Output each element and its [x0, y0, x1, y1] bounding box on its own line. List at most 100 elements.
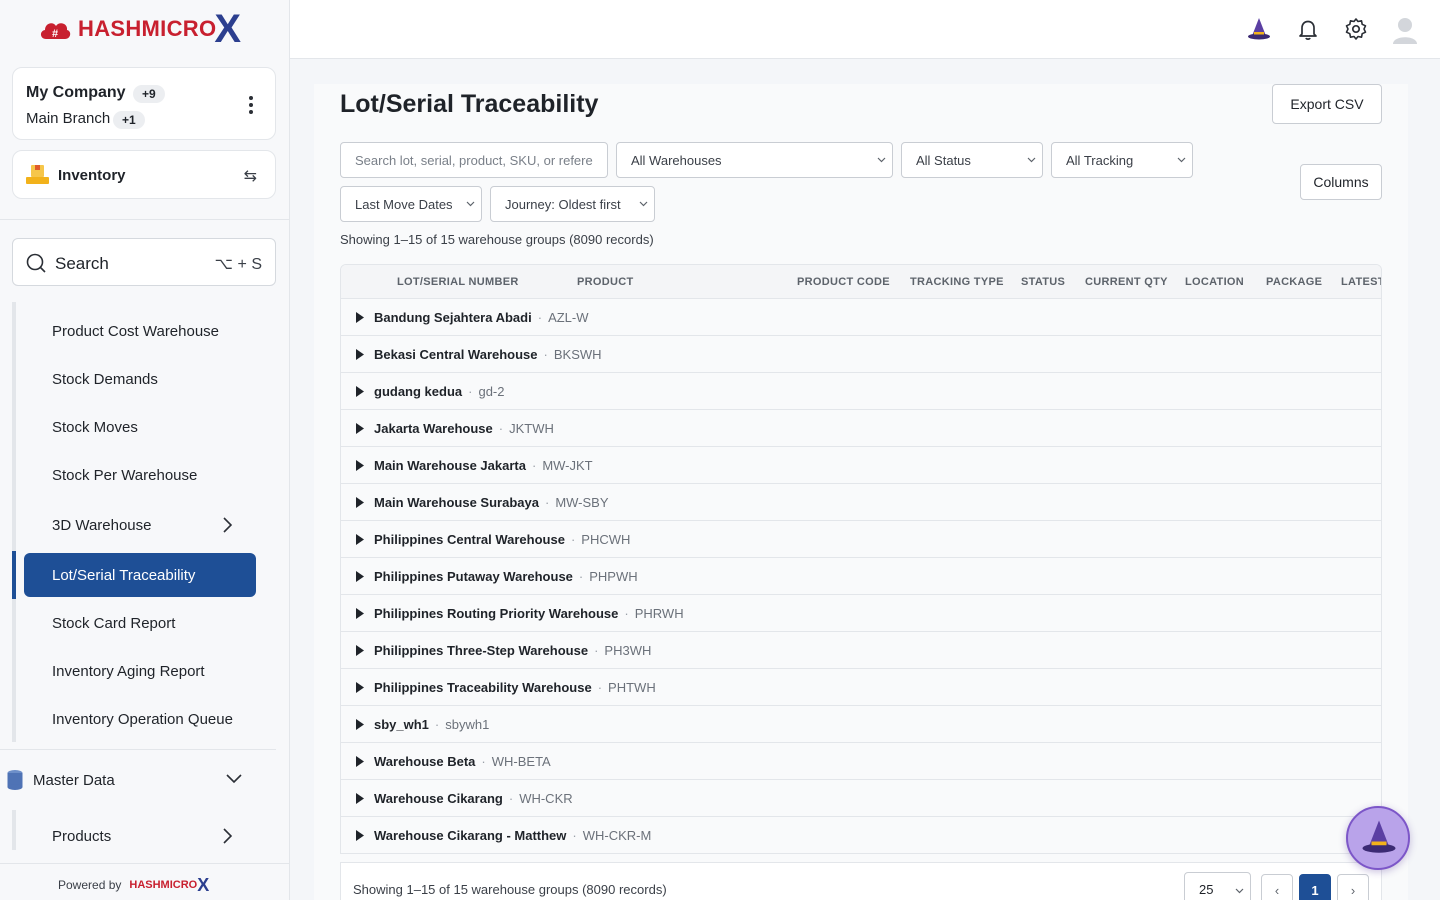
warehouse-group-name: sby_wh1 · sbywh1: [374, 717, 489, 732]
expand-triangle-icon[interactable]: [356, 682, 364, 693]
columns-button[interactable]: Columns: [1300, 164, 1382, 200]
company-switcher[interactable]: My Company +9 Main Branch +1: [12, 67, 276, 140]
table-header: LOT/SERIAL NUMBER PRODUCT PRODUCT CODE T…: [341, 265, 1381, 299]
sidebar-item-stock-card-report[interactable]: Stock Card Report: [52, 615, 175, 635]
prev-page-button[interactable]: ‹: [1261, 874, 1293, 900]
expand-triangle-icon[interactable]: [356, 497, 364, 508]
warehouse-name: Philippines Routing Priority Warehouse: [374, 606, 619, 621]
table-row[interactable]: Warehouse Cikarang · WH-CKR: [341, 780, 1381, 817]
warehouse-code: WH-CKR: [519, 791, 573, 806]
warehouse-code: sbywh1: [445, 717, 490, 732]
expand-triangle-icon[interactable]: [356, 719, 364, 730]
table-row[interactable]: Philippines Putaway Warehouse · PHPWH: [341, 558, 1381, 595]
table-row[interactable]: sby_wh1 · sbywh1: [341, 706, 1381, 743]
date-filter[interactable]: Last Move Dates: [340, 186, 482, 222]
column-header[interactable]: LOCATION: [1185, 276, 1244, 288]
sidebar-item-inventory-operation-queue[interactable]: Inventory Operation Queue: [52, 711, 233, 731]
table-row[interactable]: Main Warehouse Surabaya · MW-SBY: [341, 484, 1381, 521]
table-row[interactable]: Warehouse Cikarang - Matthew · WH-CKR-M: [341, 817, 1381, 853]
page-size-select[interactable]: 25: [1184, 872, 1251, 900]
sidebar-item-stock-per-warehouse[interactable]: Stock Per Warehouse: [52, 467, 197, 487]
expand-triangle-icon[interactable]: [356, 756, 364, 767]
warehouse-code: BKSWH: [553, 347, 602, 362]
sidebar-item-stock-demands[interactable]: Stock Demands: [52, 371, 158, 391]
column-header[interactable]: LOT/SERIAL NUMBER: [397, 276, 519, 288]
separator: ·: [508, 791, 514, 806]
lot-search-input[interactable]: Search lot, serial, product, SKU, or ref…: [340, 142, 608, 178]
warehouse-group-name: Philippines Putaway Warehouse · PHPWH: [374, 569, 638, 584]
expand-triangle-icon[interactable]: [356, 460, 364, 471]
table-row[interactable]: Philippines Routing Priority Warehouse · P…: [341, 595, 1381, 632]
separator: ·: [570, 532, 576, 547]
table-row[interactable]: Warehouse Beta · WH-BETA: [341, 743, 1381, 780]
warehouse-name: Philippines Putaway Warehouse: [374, 569, 573, 584]
next-page-button[interactable]: ›: [1337, 874, 1369, 900]
table-row[interactable]: Philippines Traceability Warehouse · PHTWH: [341, 669, 1381, 706]
column-header[interactable]: CURRENT QTY: [1085, 276, 1168, 288]
warehouse-name: Bekasi Central Warehouse: [374, 347, 538, 362]
expand-triangle-icon[interactable]: [356, 423, 364, 434]
warehouse-code: AZL-W: [548, 310, 589, 325]
date-filter-value: Last Move Dates: [355, 196, 453, 212]
table-row[interactable]: Main Warehouse Jakarta · MW-JKT: [341, 447, 1381, 484]
sidebar-item-3d-warehouse[interactable]: 3D Warehouse: [52, 517, 152, 537]
expand-triangle-icon[interactable]: [356, 534, 364, 545]
table-row[interactable]: Bandung Sejahtera Abadi · AZL-W: [341, 299, 1381, 336]
table-row[interactable]: Jakarta Warehouse · JKTWH: [341, 410, 1381, 447]
sidebar-item-product-cost-warehouse[interactable]: Product Cost Warehouse: [52, 323, 219, 343]
powered-by: Powered by HASHMICRO X: [58, 876, 209, 894]
sidebar-search[interactable]: Search ⌥ + S: [12, 238, 276, 286]
assistant-fab[interactable]: [1346, 806, 1410, 870]
table-row[interactable]: Philippines Three-Step Warehouse · PH3WH: [341, 632, 1381, 669]
column-header[interactable]: PRODUCT: [577, 276, 634, 288]
expand-triangle-icon[interactable]: [356, 608, 364, 619]
warehouse-name: Philippines Three-Step Warehouse: [374, 643, 589, 658]
separator: ·: [468, 384, 473, 399]
expand-triangle-icon[interactable]: [356, 793, 364, 804]
bell-icon[interactable]: [1296, 17, 1320, 41]
journey-sort-select[interactable]: Journey: Oldest first: [490, 186, 655, 222]
table-row[interactable]: Philippines Central Warehouse · PHCWH: [341, 521, 1381, 558]
gear-icon[interactable]: [1344, 17, 1368, 41]
sidebar-item-master-data[interactable]: Master Data: [33, 772, 115, 789]
column-header[interactable]: TRACKING TYPE: [910, 276, 1004, 288]
chevron-right-icon[interactable]: [222, 828, 232, 844]
export-csv-button[interactable]: Export CSV: [1272, 84, 1382, 124]
chevron-down-icon: [466, 201, 475, 207]
sidebar-item-inventory-aging-report[interactable]: Inventory Aging Report: [52, 663, 205, 683]
separator: ·: [531, 458, 537, 473]
expand-triangle-icon[interactable]: [356, 386, 364, 397]
swap-arrows-icon[interactable]: ⇆: [244, 166, 257, 186]
wizard-hat-icon[interactable]: [1247, 17, 1271, 41]
hashmicro-logo[interactable]: # HASHMICRO X: [38, 8, 241, 50]
column-header[interactable]: LATEST: [1341, 276, 1381, 288]
chevron-down-icon[interactable]: [226, 773, 242, 785]
module-switcher[interactable]: Inventory ⇆: [12, 150, 276, 199]
column-header[interactable]: STATUS: [1021, 276, 1065, 288]
status-filter[interactable]: All Status: [901, 142, 1043, 178]
column-header[interactable]: PRODUCT CODE: [797, 276, 890, 288]
warehouse-group-name: Bekasi Central Warehouse · BKSWH: [374, 347, 602, 362]
module-label: Inventory: [58, 167, 126, 184]
sidebar-item-stock-moves[interactable]: Stock Moves: [52, 419, 138, 439]
table-row[interactable]: Bekasi Central Warehouse · BKSWH: [341, 336, 1381, 373]
avatar[interactable]: [1392, 16, 1418, 44]
expand-triangle-icon[interactable]: [356, 571, 364, 582]
tracking-filter[interactable]: All Tracking: [1051, 142, 1193, 178]
chevron-right-icon[interactable]: [222, 517, 232, 533]
column-header[interactable]: PACKAGE: [1266, 276, 1322, 288]
more-options-icon[interactable]: [249, 96, 253, 117]
search-label: Search: [55, 254, 109, 273]
sidebar-item-products[interactable]: Products: [52, 828, 111, 845]
page-1-button[interactable]: 1: [1299, 874, 1331, 900]
powered-logo-x: X: [197, 875, 210, 895]
table-row[interactable]: gudang kedua · gd-2: [341, 373, 1381, 410]
expand-triangle-icon[interactable]: [356, 830, 364, 841]
expand-triangle-icon[interactable]: [356, 645, 364, 656]
warehouse-name: Philippines Central Warehouse: [374, 532, 565, 547]
sidebar: # HASHMICRO X My Company +9 Main Branch …: [0, 0, 290, 900]
expand-triangle-icon[interactable]: [356, 312, 364, 323]
warehouse-filter[interactable]: All Warehouses: [616, 142, 893, 178]
warehouse-code: MW-JKT: [542, 458, 593, 473]
expand-triangle-icon[interactable]: [356, 349, 364, 360]
